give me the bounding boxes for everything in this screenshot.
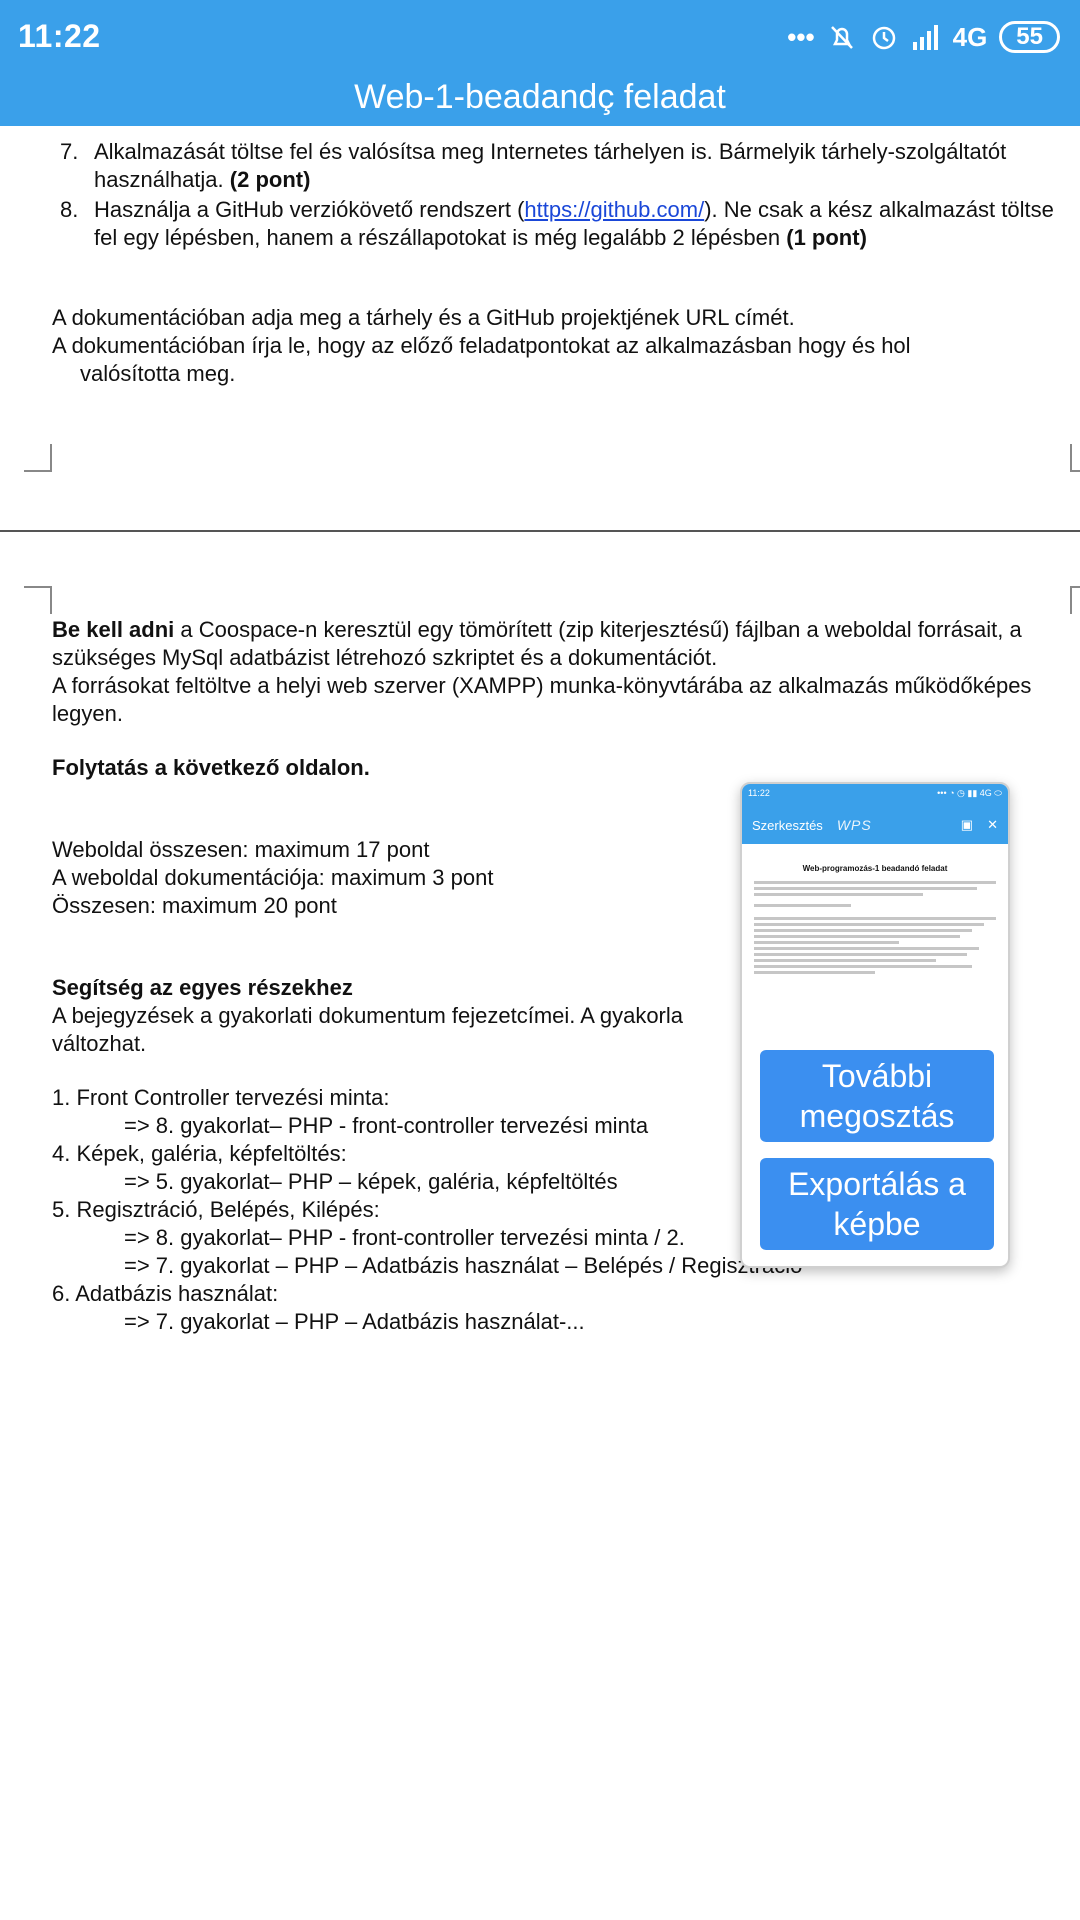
mute-bell-icon [830,26,853,49]
wps-logo: WPS [836,817,872,833]
submit-paragraph: Be kell adni a Coospace-n keresztül egy … [52,617,1022,670]
thumb-toolbar: Szerkesztés WPS ▣ ✕ [742,806,1008,844]
upload-paragraph: A forrásokat feltöltve a helyi web szerv… [52,673,1032,726]
page-corner-mark [1070,444,1080,472]
page-corner-mark [24,586,52,614]
doc-paragraph: A dokumentációban adja meg a tárhely és … [52,305,795,330]
page-corner-mark [1070,586,1080,614]
share-more-button[interactable]: További megosztás [760,1050,994,1142]
alarm-icon [872,26,895,50]
numbered-list: 7. Alkalmazását töltse fel és valósítsa … [60,138,1070,254]
thumb-status-bar: 11:22 ••• ◔ ◷ ▮▮ 4G ⬭ [742,784,1008,806]
document-title: Web-1-beadandç feladat [354,78,726,116]
thumb-status-icons: ••• ◔ ◷ ▮▮ 4G ⬭ [937,788,1002,798]
page-divider [0,530,1080,532]
page-corner-mark [24,444,52,472]
thumb-document: Web-programozás-1 beadandó feladat [742,844,1008,997]
close-icon: ✕ [987,817,998,832]
list-item: 7. Alkalmazását töltse fel és valósítsa … [60,139,1007,192]
app-bar: 11:22 ••• 4G 55 Web-1-beadandç feladat [0,0,1080,126]
help-item: 6. Adatbázis használat: [52,1281,279,1306]
doc-paragraph: A dokumentációban írja le, hogy az előző… [52,333,911,386]
screenshot-preview[interactable]: 11:22 ••• ◔ ◷ ▮▮ 4G ⬭ Szerkesztés WPS ▣ … [740,782,1010,1268]
list-item: 8. Használja a GitHub verziókövető rends… [60,197,1054,250]
more-icon: ••• [787,21,815,52]
help-item: => 7. gyakorlat – PHP – Adatbázis haszná… [124,1309,585,1334]
network-type: 4G [952,21,988,52]
signal-icon [912,25,938,50]
status-time: 11:22 [18,18,101,54]
status-icons: ••• 4G 55 [787,18,1060,56]
github-link[interactable]: https://github.com/ [524,197,704,222]
pages-icon: ▣ [960,817,974,832]
continue-note: Folytatás a következő oldalon. [52,755,370,780]
export-image-button[interactable]: Exportálás a képbe [760,1158,994,1250]
battery-icon: 55 [999,21,1060,53]
